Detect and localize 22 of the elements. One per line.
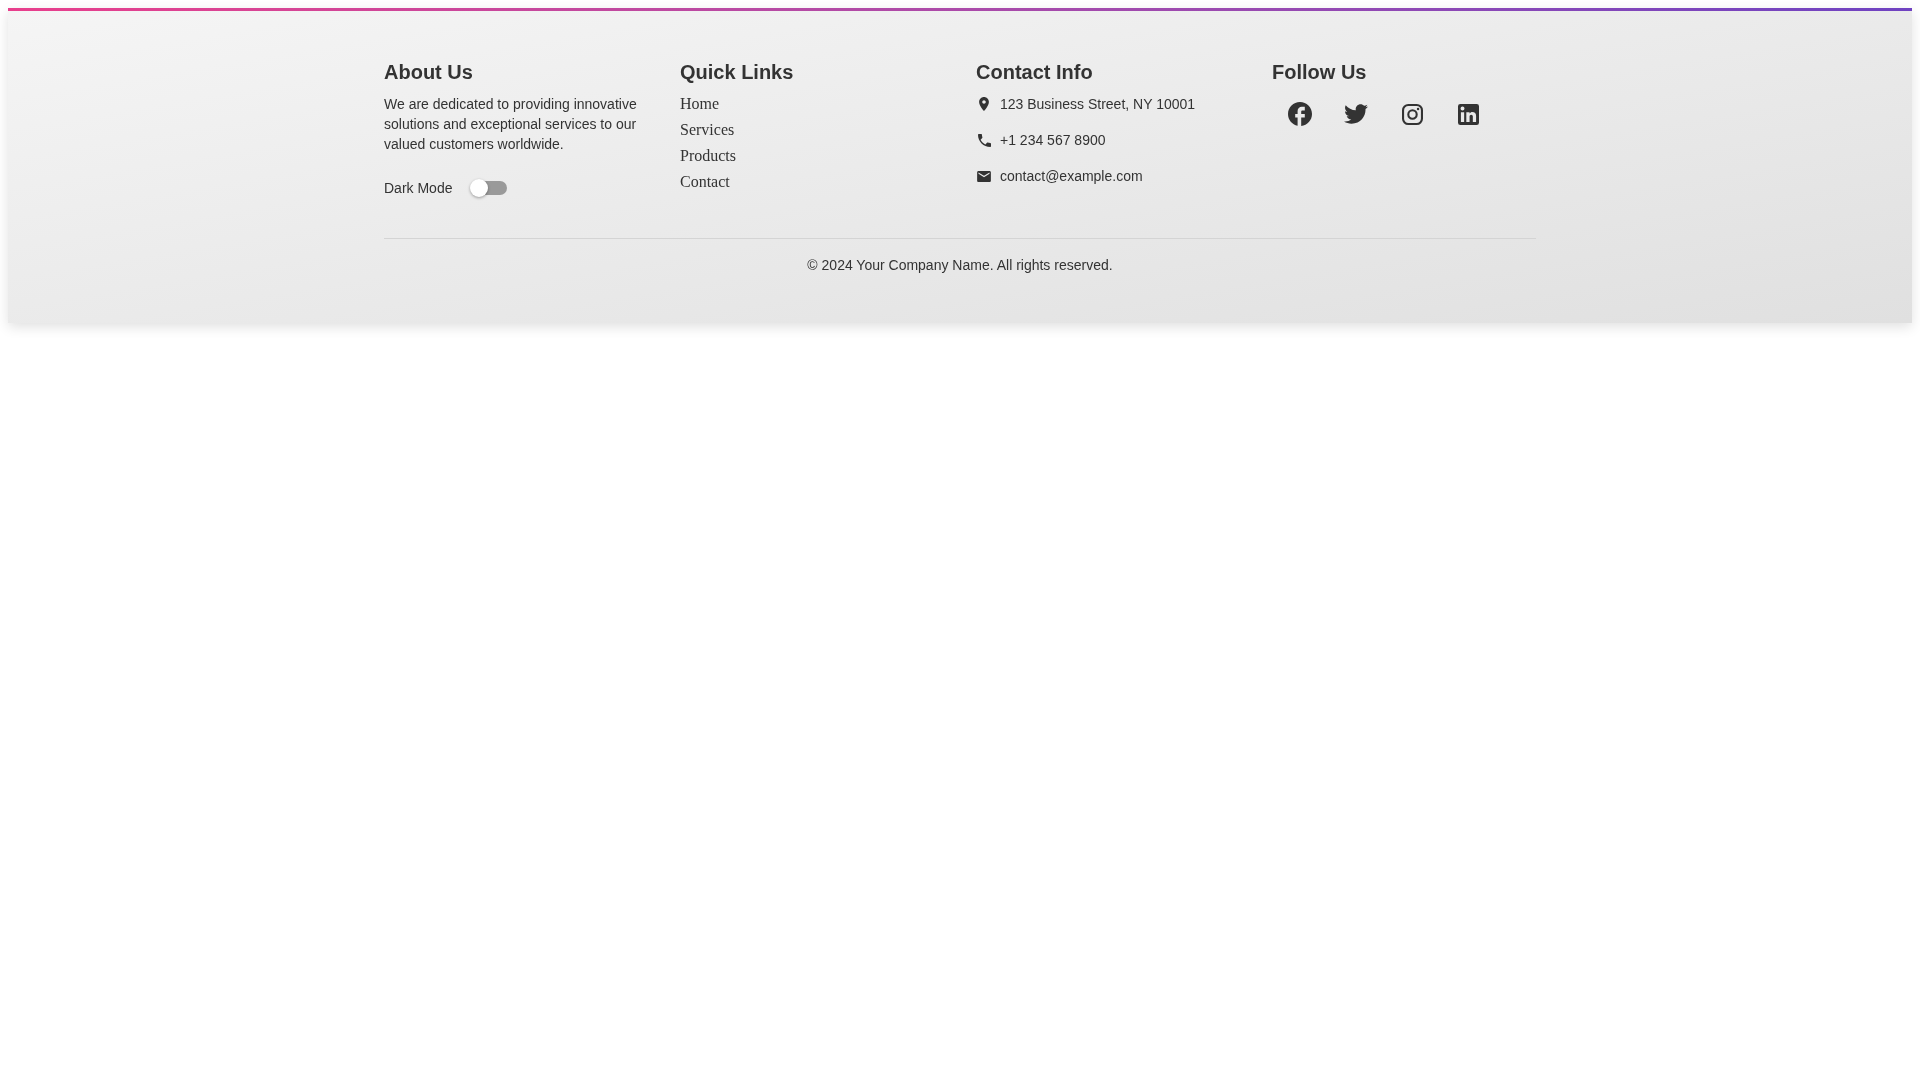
contact-text: contact@example.com <box>1000 167 1143 186</box>
envelope-icon <box>977 170 991 182</box>
map-pin-icon <box>979 97 989 111</box>
section-heading: Follow Us <box>1272 60 1368 85</box>
linkedin-icon[interactable] <box>1457 103 1479 125</box>
contact-text: 123 Business Street, NY 10001 <box>1000 95 1196 114</box>
dark-mode-label: Dark Mode <box>384 179 453 198</box>
footer-link[interactable]: Products <box>680 146 736 166</box>
facebook-icon[interactable] <box>1288 102 1312 126</box>
section-heading: Quick Links <box>680 60 795 85</box>
twitter-icon[interactable] <box>1344 104 1368 124</box>
section-heading: Contact Info <box>976 60 1094 85</box>
contact-text: +1 234 567 8900 <box>1000 131 1106 150</box>
copyright-text: © 2024 Your Company Name. All rights reserved. <box>807 256 1113 275</box>
toggle-switch[interactable] <box>470 178 508 198</box>
footer-link[interactable]: Contact <box>680 172 730 192</box>
instagram-icon[interactable] <box>1401 103 1423 125</box>
about-text: We are dedicated to providing innovative solutions and exceptional services to our valued customers worldwide. <box>384 95 638 154</box>
footer-link[interactable]: Home <box>680 94 720 114</box>
phone-icon <box>977 133 991 147</box>
section-heading: About Us <box>384 60 474 85</box>
footer-link[interactable]: Services <box>680 120 735 140</box>
